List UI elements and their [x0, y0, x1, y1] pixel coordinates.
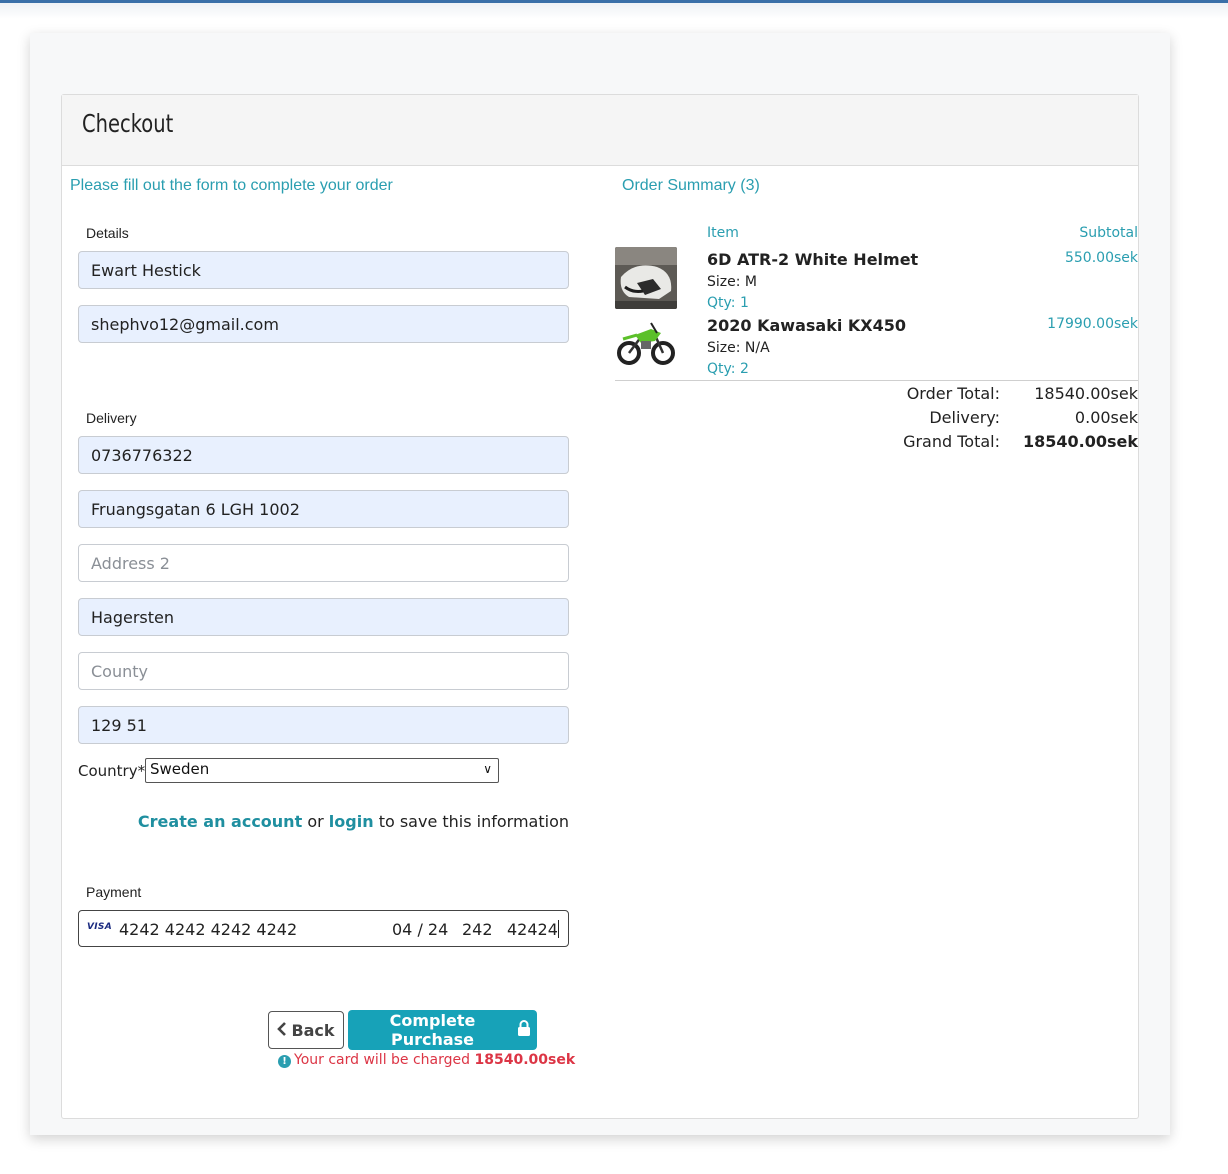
- city-field[interactable]: [78, 598, 569, 636]
- back-button-label: Back: [291, 1020, 335, 1040]
- payment-label: Payment: [86, 884, 142, 900]
- grand-total-value: 18540.00sek: [1022, 432, 1138, 451]
- page-title: Checkout: [82, 109, 174, 138]
- card-expiry-field[interactable]: 04 / 24: [392, 920, 448, 939]
- item-size: Size: N/A: [707, 340, 770, 356]
- summary-title: Order Summary (3): [622, 177, 760, 194]
- delivery-total-value: 0.00sek: [1074, 408, 1138, 427]
- summary-col-item: Item: [707, 225, 739, 241]
- item-subtotal: 17990.00sek: [1047, 316, 1138, 332]
- account-prompt: Create an account or login to save this …: [78, 812, 569, 831]
- address1-field[interactable]: [78, 490, 569, 528]
- order-total-value: 18540.00sek: [1034, 384, 1138, 403]
- login-link[interactable]: login: [329, 812, 374, 831]
- details-label: Details: [86, 225, 129, 241]
- charge-note-prefix: Your card will be charged: [294, 1052, 471, 1068]
- card-postal-value: 42424: [507, 920, 558, 939]
- card-cvc-field[interactable]: 242: [462, 920, 493, 939]
- delivery-total-label: Delivery:: [929, 408, 1000, 427]
- item-size: Size: M: [707, 274, 757, 290]
- back-button[interactable]: Back: [268, 1011, 344, 1049]
- country-label: Country*: [78, 762, 146, 780]
- full-name-field[interactable]: [78, 251, 569, 289]
- order-total-label: Order Total:: [906, 384, 1000, 403]
- phone-field[interactable]: [78, 436, 569, 474]
- summary-col-subtotal: Subtotal: [1079, 225, 1138, 241]
- item-name: 6D ATR-2 White Helmet: [707, 250, 919, 269]
- complete-purchase-button[interactable]: Complete Purchase: [348, 1010, 537, 1050]
- country-select[interactable]: Sweden ∨: [145, 758, 499, 783]
- item-subtotal: 550.00sek: [1064, 250, 1138, 266]
- account-or-text: or: [307, 812, 324, 831]
- email-field[interactable]: [78, 305, 569, 343]
- charge-amount: 18540.00sek: [474, 1052, 576, 1068]
- card-number-field[interactable]: 4242 4242 4242 4242: [119, 920, 297, 939]
- country-selected: Sweden: [150, 760, 210, 778]
- helmet-image[interactable]: [615, 247, 677, 309]
- info-icon: !: [278, 1055, 291, 1068]
- card-postal-field[interactable]: 42424: [507, 920, 559, 939]
- chevron-left-icon: [277, 1021, 287, 1040]
- item-qty: Qty: 1: [707, 295, 749, 311]
- form-prompt: Please fill out the form to complete you…: [70, 177, 393, 194]
- checkout-card: Checkout Please fill out the form to com…: [61, 94, 1139, 1119]
- checkout-panel: Checkout Please fill out the form to com…: [30, 33, 1170, 1135]
- lock-icon: [517, 1020, 531, 1040]
- address2-field[interactable]: [78, 544, 569, 582]
- complete-purchase-label: Complete Purchase: [389, 1011, 476, 1049]
- top-shade: [0, 3, 1228, 19]
- text-cursor: [557, 920, 559, 938]
- summary-divider: [615, 380, 1138, 381]
- card-payment-input[interactable]: VISA 4242 4242 4242 4242 04 / 24 242 424…: [78, 910, 569, 947]
- chevron-down-icon: ∨: [483, 762, 492, 776]
- dirt-bike-image[interactable]: [615, 313, 677, 375]
- item-qty: Qty: 2: [707, 361, 749, 377]
- card-header: Checkout: [62, 95, 1138, 166]
- delivery-label: Delivery: [86, 410, 137, 426]
- item-name: 2020 Kawasaki KX450: [707, 316, 907, 335]
- visa-card-icon: VISA: [87, 922, 112, 932]
- create-account-link[interactable]: Create an account: [138, 812, 302, 831]
- county-field[interactable]: [78, 652, 569, 690]
- charge-note: ! Your card will be charged 18540.00sek: [278, 1052, 575, 1068]
- grand-total-label: Grand Total:: [903, 432, 1000, 451]
- account-suffix-text: to save this information: [378, 812, 569, 831]
- postcode-field[interactable]: [78, 706, 569, 744]
